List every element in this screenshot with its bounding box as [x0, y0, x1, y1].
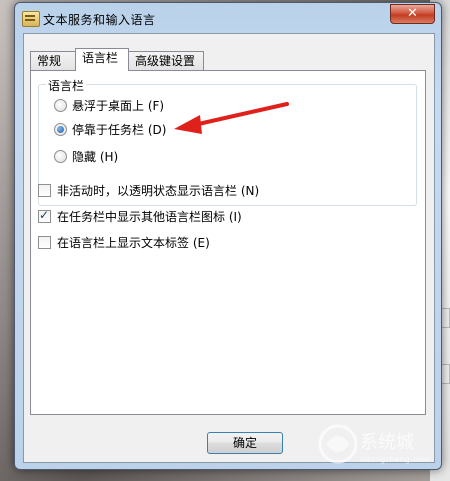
- close-button[interactable]: ✕: [390, 4, 435, 24]
- radio-label: 悬浮于桌面上 (F): [72, 99, 165, 113]
- dialog-window: 文本服务和输入语言 ✕ 常规 语言栏 高级键设置 语言栏 悬浮于桌面上 (F) …: [14, 2, 442, 470]
- radio-float-on-desktop[interactable]: 悬浮于桌面上 (F): [54, 97, 164, 114]
- radio-hidden[interactable]: 隐藏 (H): [54, 148, 118, 165]
- tab-language-bar[interactable]: 语言栏: [75, 48, 129, 71]
- radio-label: 停靠于任务栏 (D): [72, 123, 167, 137]
- radio-label: 隐藏 (H): [72, 150, 119, 164]
- checkbox-label: 非活动时，以透明状态显示语言栏 (N): [57, 184, 260, 198]
- checkbox-label: 在语言栏上显示文本标签 (E): [57, 236, 210, 250]
- ok-button[interactable]: 确定: [207, 432, 283, 454]
- watermark-logo: 系统城 xitongcheng.com: [318, 424, 430, 464]
- keyboard-icon: [22, 11, 40, 27]
- tab-advanced-key-settings[interactable]: 高级键设置: [128, 51, 204, 70]
- watermark-text: 系统城: [360, 432, 414, 453]
- checkbox-text-labels[interactable]: 在语言栏上显示文本标签 (E): [38, 234, 210, 251]
- watermark-subtext: xitongcheng.com: [360, 455, 430, 464]
- red-arrow-annotation: [174, 102, 289, 134]
- radio-button[interactable]: [54, 99, 67, 112]
- checkbox[interactable]: [38, 236, 51, 249]
- radio-button[interactable]: [54, 150, 67, 163]
- group-title: 语言栏: [46, 77, 87, 94]
- title-bar[interactable]: 文本服务和输入语言 ✕: [15, 3, 441, 33]
- window-title: 文本服务和输入语言: [43, 13, 156, 27]
- checkbox-transparent-inactive[interactable]: 非活动时，以透明状态显示语言栏 (N): [38, 182, 259, 199]
- checkbox[interactable]: [38, 208, 51, 223]
- checkbox-label: 在任务栏中显示其他语言栏图标 (I): [57, 210, 242, 224]
- tab-general[interactable]: 常规: [30, 51, 76, 70]
- radio-dock-taskbar[interactable]: 停靠于任务栏 (D): [54, 121, 166, 138]
- radio-button[interactable]: [54, 123, 67, 136]
- checkbox-show-taskbar-icons[interactable]: 在任务栏中显示其他语言栏图标 (I): [38, 208, 242, 225]
- checkbox[interactable]: [38, 184, 51, 197]
